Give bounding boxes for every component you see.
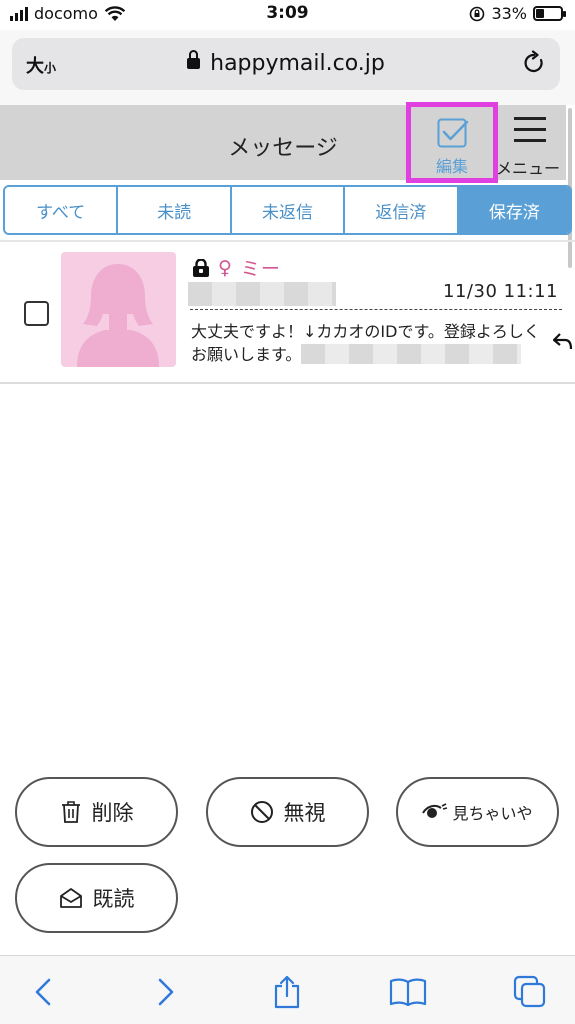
page-header: メッセージ 編集 メニュー — [0, 102, 566, 183]
ignore-label: 無視 — [283, 801, 326, 825]
orientation-lock-icon — [470, 6, 485, 21]
message-datetime: 11/30 11:11 — [443, 281, 558, 302]
browser-toolbar — [0, 955, 575, 1024]
tabs-icon — [513, 975, 546, 1008]
open-envelope-icon — [59, 888, 82, 908]
status-bar: docomo 3:09 33% — [0, 0, 575, 30]
avatar[interactable] — [61, 252, 176, 367]
status-right: 33% — [469, 4, 566, 23]
ignore-button[interactable]: 無視 — [206, 777, 369, 847]
lock-icon — [187, 50, 201, 69]
bookmarks-button[interactable] — [388, 972, 428, 1012]
sender-line: ♀ ミー — [192, 254, 281, 281]
tab-unreplied[interactable]: 未返信 — [231, 187, 346, 233]
address-bar[interactable]: 大小 happymail.co.jp — [12, 38, 560, 90]
tabs-button[interactable] — [510, 972, 550, 1012]
mark-read-label: 既読 — [92, 887, 135, 911]
tab-unread[interactable]: 未読 — [118, 187, 232, 233]
browser-address-area: 大小 happymail.co.jp — [0, 30, 575, 105]
edit-check-icon — [437, 118, 469, 148]
mark-read-button[interactable]: 既読 — [15, 863, 178, 933]
url-text: happymail.co.jp — [210, 51, 385, 76]
battery-percent: 33% — [491, 4, 527, 23]
gender-symbol: ♀ — [218, 256, 233, 279]
share-button[interactable] — [267, 972, 307, 1012]
hamburger-icon — [514, 117, 546, 120]
chevron-left-icon — [35, 978, 51, 1006]
edit-button[interactable]: 編集 — [406, 102, 498, 183]
redacted-info — [188, 282, 336, 306]
delete-label: 削除 — [91, 801, 134, 825]
share-icon — [274, 975, 300, 1009]
eye-icon — [422, 803, 448, 818]
dashed-divider — [190, 309, 562, 310]
avatar-silhouette-icon — [77, 264, 159, 367]
redacted-text — [301, 344, 522, 364]
message-tabs: すべて 未読 未返信 返信済 保存済 — [3, 185, 572, 235]
edit-label: 編集 — [435, 157, 468, 176]
message-list-item[interactable]: ♀ ミー 11/30 11:11 大丈夫ですよ！↓カカオのIDです。登録よろしく… — [0, 242, 575, 384]
hide-view-label: 見ちゃいや — [452, 804, 533, 823]
menu-label: メニュー — [496, 159, 561, 178]
block-icon — [250, 801, 273, 823]
delete-button[interactable]: 削除 — [15, 777, 178, 847]
tab-replied[interactable]: 返信済 — [345, 187, 459, 233]
tab-saved[interactable]: 保存済 — [458, 187, 570, 233]
sender-name: ミー — [240, 258, 281, 280]
reply-icon — [553, 333, 573, 350]
message-preview: 大丈夫ですよ！↓カカオのIDです。登録よろしくお願いします。 — [191, 320, 553, 366]
chevron-right-icon — [158, 978, 174, 1006]
reload-icon[interactable] — [522, 50, 546, 76]
menu-button[interactable]: メニュー — [496, 115, 562, 178]
url-display[interactable]: happymail.co.jp — [12, 50, 560, 76]
battery-icon — [533, 6, 566, 21]
select-checkbox[interactable] — [24, 301, 49, 326]
book-icon — [389, 978, 427, 1007]
tab-all[interactable]: すべて — [5, 187, 119, 233]
forward-button[interactable] — [146, 972, 186, 1012]
hide-view-button[interactable]: 見ちゃいや — [396, 777, 559, 847]
lock-icon — [193, 258, 209, 277]
back-button[interactable] — [23, 972, 63, 1012]
trash-icon — [61, 801, 80, 823]
